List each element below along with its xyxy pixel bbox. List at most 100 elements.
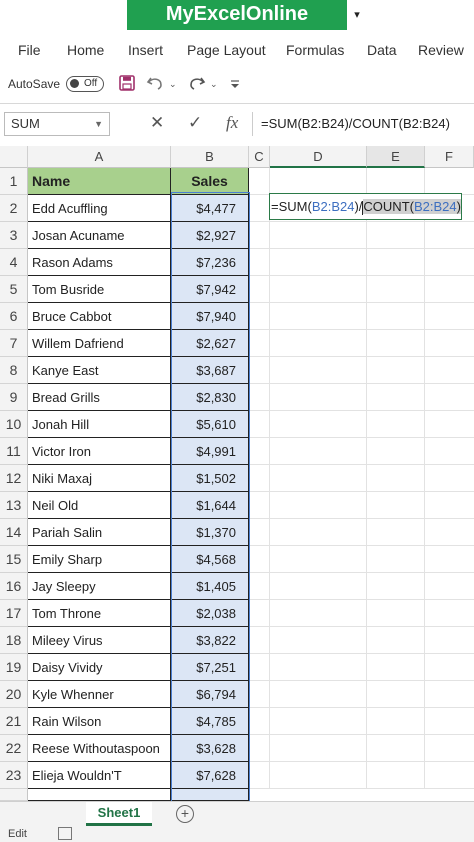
redo-dropdown-chevron-icon[interactable]: ⌄ (210, 79, 218, 90)
cell-sales-partial[interactable] (171, 789, 249, 801)
empty-cell-c[interactable] (249, 681, 270, 708)
cell-name[interactable]: Bread Grills (28, 384, 171, 411)
empty-cell-d[interactable] (270, 384, 367, 411)
menu-review[interactable]: Review (418, 42, 464, 58)
enter-icon[interactable]: ✓ (188, 113, 202, 133)
empty-cell-e[interactable] (367, 492, 425, 519)
empty-cell-e[interactable] (367, 708, 425, 735)
undo-dropdown-chevron-icon[interactable]: ⌄ (169, 79, 177, 90)
row-header[interactable]: 9 (0, 384, 28, 411)
cell-name[interactable]: Kanye East (28, 357, 171, 384)
empty-cell-e[interactable] (367, 384, 425, 411)
empty-cell-e[interactable] (367, 519, 425, 546)
empty-cell-c[interactable] (249, 465, 270, 492)
empty-cell-d[interactable] (270, 438, 367, 465)
empty-cell-d[interactable] (270, 465, 367, 492)
cell-sales[interactable]: $7,940 (171, 303, 249, 330)
cell-name[interactable]: Josan Acuname (28, 222, 171, 249)
column-header-d[interactable]: D (270, 146, 367, 168)
select-all-corner[interactable] (0, 146, 28, 168)
empty-cell-d[interactable] (270, 600, 367, 627)
row-header[interactable]: 10 (0, 411, 28, 438)
cell-name[interactable]: Jay Sleepy (28, 573, 171, 600)
row-header[interactable]: 20 (0, 681, 28, 708)
menu-formulas[interactable]: Formulas (286, 42, 344, 58)
empty-cell-e[interactable] (367, 465, 425, 492)
row-header[interactable]: 22 (0, 735, 28, 762)
cell-name[interactable]: Daisy Vividy (28, 654, 171, 681)
empty-cell-f[interactable] (425, 384, 474, 411)
save-icon[interactable] (118, 74, 136, 97)
empty-cell-f[interactable] (425, 492, 474, 519)
empty-cell-f[interactable] (425, 654, 474, 681)
row-header[interactable]: 5 (0, 276, 28, 303)
empty-cell-c[interactable] (249, 249, 270, 276)
empty-cell-e[interactable] (367, 627, 425, 654)
empty-cell-e[interactable] (367, 330, 425, 357)
row-header[interactable]: 7 (0, 330, 28, 357)
empty-cell-c[interactable] (249, 654, 270, 681)
cell-sales[interactable]: $4,568 (171, 546, 249, 573)
empty-cell-c[interactable] (249, 438, 270, 465)
cell-name[interactable]: Rain Wilson (28, 708, 171, 735)
cell-sales[interactable]: $1,502 (171, 465, 249, 492)
cell-name[interactable]: Kyle Whenner (28, 681, 171, 708)
cell-name[interactable]: Jonah Hill (28, 411, 171, 438)
accessibility-icon[interactable] (58, 827, 72, 840)
menu-home[interactable]: Home (67, 42, 104, 58)
insert-function-icon[interactable]: fx (226, 113, 238, 133)
empty-cell-c[interactable] (249, 276, 270, 303)
menu-file[interactable]: File (18, 42, 41, 58)
cell-name-partial[interactable] (28, 789, 171, 801)
cell-sales[interactable]: $4,991 (171, 438, 249, 465)
empty-cell-e[interactable] (367, 600, 425, 627)
empty-cell-d[interactable] (270, 708, 367, 735)
empty-cell-c[interactable] (249, 627, 270, 654)
cell-name[interactable]: Emily Sharp (28, 546, 171, 573)
redo-icon[interactable] (186, 74, 206, 97)
empty-cell-f[interactable] (425, 222, 474, 249)
empty-cell-e[interactable] (367, 546, 425, 573)
empty-cell-c[interactable] (249, 519, 270, 546)
cell-name[interactable]: Tom Busride (28, 276, 171, 303)
name-box-dropdown-icon[interactable]: ▼ (94, 113, 103, 135)
cell-name[interactable]: Niki Maxaj (28, 465, 171, 492)
column-header-f[interactable]: F (425, 146, 474, 168)
empty-cell-f[interactable] (425, 303, 474, 330)
empty-cell-e[interactable] (367, 168, 425, 195)
empty-cell-d[interactable] (270, 681, 367, 708)
menu-insert[interactable]: Insert (128, 42, 163, 58)
header-cell-name[interactable]: Name (28, 168, 171, 195)
column-header-b[interactable]: B (171, 146, 249, 168)
cell-name[interactable]: Elieja Wouldn'T (28, 762, 171, 789)
column-header-c[interactable]: C (249, 146, 270, 168)
empty-cell-e[interactable] (367, 573, 425, 600)
header-cell-sales[interactable]: Sales (171, 168, 249, 195)
row-header[interactable]: 16 (0, 573, 28, 600)
empty-cell-c[interactable] (249, 492, 270, 519)
empty-cell-e[interactable] (367, 654, 425, 681)
row-header[interactable]: 18 (0, 627, 28, 654)
cell-name[interactable]: Bruce Cabbot (28, 303, 171, 330)
cell-sales[interactable]: $7,251 (171, 654, 249, 681)
empty-cell-e[interactable] (367, 249, 425, 276)
empty-cell-d[interactable] (270, 762, 367, 789)
customize-toolbar-icon[interactable] (229, 78, 241, 93)
empty-cell-f[interactable] (425, 330, 474, 357)
empty-cell-c[interactable] (249, 573, 270, 600)
empty-cell-f[interactable] (425, 681, 474, 708)
row-header[interactable]: 21 (0, 708, 28, 735)
empty-cell-c[interactable] (249, 303, 270, 330)
empty-cell-e[interactable] (367, 276, 425, 303)
cancel-icon[interactable]: ✕ (150, 113, 164, 133)
empty-cell-c[interactable] (249, 546, 270, 573)
empty-cell-e[interactable] (367, 303, 425, 330)
title-chevron-down-icon[interactable]: ▾ (347, 4, 367, 26)
row-header[interactable]: 11 (0, 438, 28, 465)
empty-cell-f[interactable] (425, 546, 474, 573)
empty-cell-f[interactable] (425, 600, 474, 627)
empty-cell-f[interactable] (425, 573, 474, 600)
empty-cell-f[interactable] (425, 465, 474, 492)
empty-cell-c[interactable] (249, 330, 270, 357)
row-header[interactable]: 3 (0, 222, 28, 249)
